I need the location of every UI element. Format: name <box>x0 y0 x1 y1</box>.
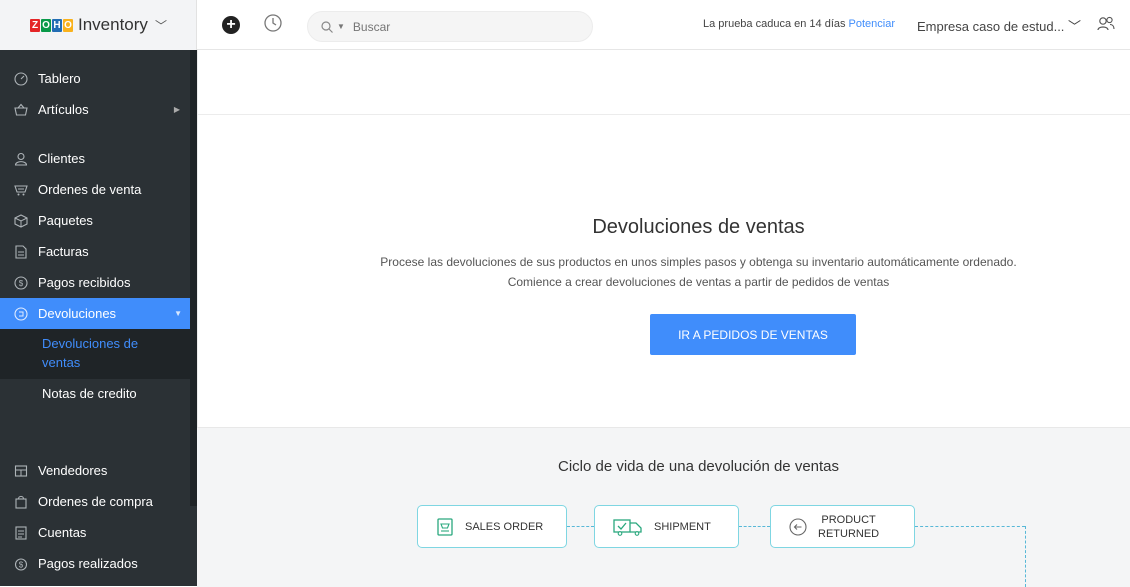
package-icon <box>14 213 28 228</box>
sidebar-item-pagos-realizados[interactable]: $ Pagos realizados <box>0 548 190 579</box>
bill-icon <box>15 525 27 540</box>
sidebar-item-devoluciones[interactable]: Devoluciones ▼ <box>0 298 190 329</box>
upgrade-link[interactable]: Potenciar <box>849 18 895 30</box>
sidebar-item-ordenes-de-venta[interactable]: Ordenes de venta <box>0 174 190 205</box>
sidebar-scrollbar[interactable] <box>190 50 197 506</box>
search-bar[interactable]: ▼ <box>307 11 593 42</box>
stage-label-line: RETURNED <box>818 527 880 540</box>
sidebar-item-ordenes-de-compra[interactable]: Ordenes de compra <box>0 486 190 517</box>
page-title: Devoluciones de ventas <box>592 216 805 238</box>
returns-submenu: Devoluciones de ventas Notas de credito <box>0 329 190 429</box>
sidebar-item-pagos-recibidos[interactable]: $ Pagos recibidos <box>0 267 190 298</box>
submenu-item-label: Devoluciones de ventas <box>42 336 139 370</box>
sidebar-item-articulos[interactable]: Artículos ▶ <box>0 94 190 125</box>
sidebar-item-label: Devoluciones <box>38 306 117 321</box>
sidebar-item-cuentas[interactable]: Cuentas <box>0 517 190 548</box>
lifecycle-section: Ciclo de vida de una devolución de venta… <box>197 427 1130 587</box>
vendor-icon <box>14 464 28 477</box>
history-icon[interactable] <box>262 12 284 34</box>
svg-text:$: $ <box>19 560 24 569</box>
logo-letter: O <box>63 18 73 32</box>
invoice-icon <box>15 244 27 259</box>
stage-label: SALES ORDER <box>465 520 544 533</box>
basket-icon <box>14 103 28 116</box>
logo-letter: Z <box>30 18 40 32</box>
sidebar-item-label: Clientes <box>38 151 85 166</box>
sidebar-item-vendedores[interactable]: Vendedores <box>0 455 190 486</box>
dashboard-icon <box>14 71 28 86</box>
logo-letter: H <box>52 18 62 32</box>
search-filter-caret-icon[interactable]: ▼ <box>337 22 345 31</box>
search-input[interactable] <box>350 18 575 35</box>
sidebar-item-label: Artículos <box>38 102 89 117</box>
search-icon <box>321 20 333 33</box>
app-switcher[interactable]: Z O H O Inventory ﹀ <box>0 0 197 50</box>
caret-right-icon: ▶ <box>173 105 180 114</box>
description-line: Comience a crear devoluciones de ventas … <box>507 275 890 289</box>
sidebar-item-tablero[interactable]: Tablero <box>0 63 190 94</box>
payments-made-icon: $ <box>14 557 28 571</box>
sidebar-item-label: Ordenes de compra <box>38 494 153 509</box>
returns-icon <box>14 306 28 321</box>
sidebar-item-label: Tablero <box>38 71 81 86</box>
sidebar-item-label: Pagos realizados <box>38 556 138 571</box>
sidebar-item-facturas[interactable]: Facturas <box>0 236 190 267</box>
cart-icon <box>14 184 28 195</box>
connector-line <box>1025 526 1026 587</box>
sidebar-item-label: Pagos recibidos <box>38 275 131 290</box>
sidebar-item-label: Ordenes de venta <box>38 182 142 197</box>
stage-label: PRODUCT RETURNED <box>818 513 879 541</box>
main-content: Devoluciones de ventas Procese las devol… <box>197 50 1130 587</box>
sidebar-item-label: Facturas <box>38 244 89 259</box>
stage-product-returned: PRODUCT RETURNED <box>770 505 915 548</box>
connector-line <box>915 526 1025 527</box>
sidebar-item-label: Cuentas <box>38 525 87 540</box>
zoho-logo: Z O H O <box>30 18 74 32</box>
empty-state-description: Procese las devoluciones de sus producto… <box>197 252 1130 292</box>
sidebar-item-clientes[interactable]: Clientes <box>0 143 190 174</box>
organization-switcher[interactable]: Empresa caso de estud... ﹀ <box>917 16 1081 35</box>
payment-icon: $ <box>14 275 28 290</box>
submenu-item-notas-de-credito[interactable]: Notas de credito <box>42 384 137 403</box>
stage-label: SHIPMENT <box>654 520 711 533</box>
caret-down-icon: ▼ <box>174 309 182 318</box>
user-icon <box>14 152 28 166</box>
header-divider <box>197 114 1130 115</box>
submenu-item-devoluciones-de-ventas[interactable]: Devoluciones de ventas <box>0 329 190 379</box>
lifecycle-title: Ciclo de vida de una devolución de venta… <box>557 458 840 475</box>
sales-order-icon <box>437 517 453 536</box>
stage-sales-order: SALES ORDER <box>417 505 567 548</box>
top-bar: Z O H O Inventory ﹀ + ▼ La prueba caduca… <box>0 0 1130 50</box>
svg-text:$: $ <box>19 279 24 288</box>
product-returned-icon <box>789 517 807 536</box>
user-account-icon[interactable] <box>1097 15 1115 33</box>
sidebar: Tablero Artículos ▶ Clientes Ordenes de … <box>0 50 197 586</box>
connector-line <box>567 526 594 527</box>
sidebar-item-label: Vendedores <box>38 463 108 478</box>
quick-create-button[interactable]: + <box>222 16 240 34</box>
shipment-truck-icon <box>613 518 642 536</box>
sidebar-item-paquetes[interactable]: Paquetes <box>0 205 190 236</box>
logo-letter: O <box>41 18 51 32</box>
trial-notice: La prueba caduca en 14 días Potenciar <box>703 18 895 30</box>
chevron-down-icon: ﹀ <box>154 18 167 33</box>
sidebar-item-label: Paquetes <box>38 213 93 228</box>
go-to-sales-orders-button[interactable]: IR A PEDIDOS DE VENTAS <box>650 314 856 355</box>
description-line: Procese las devoluciones de sus producto… <box>380 255 1017 269</box>
purchase-bag-icon <box>15 495 27 509</box>
stage-shipment: SHIPMENT <box>594 505 739 548</box>
connector-line <box>739 526 770 527</box>
app-name: Inventory <box>78 15 148 34</box>
stage-label-line: PRODUCT <box>821 513 876 526</box>
trial-text: La prueba caduca en 14 días <box>703 18 846 30</box>
